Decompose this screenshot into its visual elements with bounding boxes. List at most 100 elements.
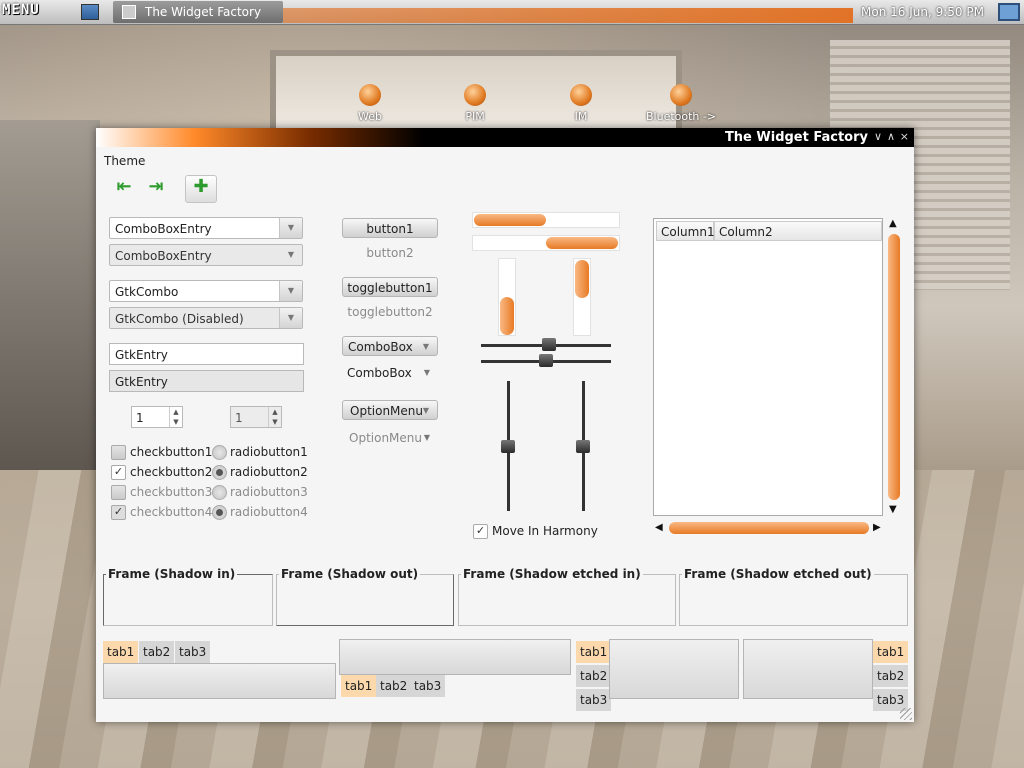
notebook4-tab2[interactable]: tab2 [873, 665, 909, 687]
notebook4-tab1[interactable]: tab1 [873, 641, 909, 663]
column2-header[interactable]: Column2 [714, 221, 882, 241]
optionmenu-label: OptionMenu [350, 404, 423, 418]
notebook3-tab2[interactable]: tab2 [576, 665, 612, 687]
notebook3-page [609, 639, 739, 699]
frame-shadow-etched-in [458, 574, 676, 626]
chevron-down-icon[interactable]: ▼ [279, 218, 302, 238]
notebook3-tab3[interactable]: tab3 [576, 689, 612, 711]
radiobutton2-label[interactable]: radiobutton2 [230, 465, 308, 479]
combobox-button[interactable]: ComboBox ▼ [342, 336, 438, 356]
checkbutton2-box[interactable]: ✓ [111, 465, 126, 480]
notebook2-tab2[interactable]: tab2 [376, 675, 412, 697]
panel-accent [283, 8, 853, 23]
gtkcombo-1[interactable]: GtkCombo ▼ [109, 280, 303, 302]
vertical-scrollbar[interactable]: ▲ ▼ [886, 218, 902, 516]
frame-shadow-etched-in-label: Frame (Shadow etched in) [461, 567, 643, 581]
vscale-1-handle[interactable] [501, 440, 515, 453]
radiobutton4-label: radiobutton4 [230, 505, 308, 519]
radiobutton4-circle [212, 505, 227, 520]
hscale-1-handle[interactable] [542, 338, 556, 351]
vscale-2-handle[interactable] [576, 440, 590, 453]
taskbar-item-label: The Widget Factory [145, 5, 262, 19]
resize-grip-icon[interactable] [900, 708, 912, 720]
forward-arrow-icon[interactable]: ⇥ [142, 176, 170, 200]
radiobutton1-circle[interactable] [212, 445, 227, 460]
close-icon[interactable]: × [900, 130, 909, 143]
entry-text: GtkEntry [115, 348, 168, 362]
scroll-down-icon[interactable]: ▼ [889, 504, 897, 515]
im-icon [570, 84, 592, 106]
radiobutton2-circle[interactable] [212, 465, 227, 480]
notebook1-tab3[interactable]: tab3 [175, 641, 211, 663]
gtkcombo-disabled: GtkCombo (Disabled) ▼ [109, 307, 303, 329]
add-icon[interactable]: ✚ [185, 175, 217, 203]
checkbutton2-label[interactable]: checkbutton2 [130, 465, 212, 479]
chevron-down-icon: ▼ [422, 342, 429, 351]
notebook1-tab1[interactable]: tab1 [103, 641, 139, 663]
title-bar[interactable]: The Widget Factory ∨ ∧ × [96, 128, 914, 147]
move-in-harmony-label[interactable]: Move In Harmony [492, 524, 598, 538]
frame-shadow-out [276, 574, 454, 626]
button2: button2 [366, 246, 414, 260]
togglebutton2: togglebutton2 [347, 305, 433, 319]
scrollbar-thumb[interactable] [888, 234, 900, 500]
spin-button-1[interactable]: 1 ▲ ▼ [131, 406, 183, 428]
show-desktop-icon[interactable] [81, 4, 99, 20]
scroll-right-icon[interactable]: ▶ [873, 522, 881, 533]
menu-button[interactable]: MENU [2, 2, 40, 18]
network-icon[interactable] [998, 3, 1020, 21]
scroll-left-icon[interactable]: ◀ [655, 522, 663, 533]
launcher-pim[interactable]: PIM [464, 84, 486, 123]
optionmenu-button[interactable]: OptionMenu ▼ [342, 400, 438, 420]
button1[interactable]: button1 [342, 218, 438, 238]
menu-theme[interactable]: Theme [104, 154, 145, 168]
radiobutton1-label[interactable]: radiobutton1 [230, 445, 308, 459]
back-arrow-icon[interactable]: ⇤ [110, 176, 138, 200]
horizontal-scrollbar[interactable]: ◀ ▶ [653, 520, 883, 536]
launcher-web[interactable]: Web [358, 84, 382, 123]
frame-shadow-etched-out-label: Frame (Shadow etched out) [682, 567, 874, 581]
progress-fill [474, 214, 546, 226]
column1-header[interactable]: Column1 [656, 221, 715, 241]
chevron-down-icon: ▼ [279, 308, 302, 328]
scrollbar-thumb[interactable] [669, 522, 869, 534]
gtk-entry-disabled: GtkEntry [109, 370, 304, 392]
frame-shadow-in [103, 574, 273, 626]
combobox-flat[interactable]: ComboBox ▼ [342, 363, 438, 383]
scroll-up-icon[interactable]: ▲ [889, 218, 897, 229]
checkbutton1-box[interactable] [111, 445, 126, 460]
progress-fill [546, 237, 618, 249]
chevron-down-icon[interactable]: ▼ [279, 281, 302, 301]
gtk-entry[interactable]: GtkEntry [109, 343, 304, 365]
combobox-entry-text: ComboBoxEntry [115, 222, 212, 236]
notebook2-tab3[interactable]: tab3 [410, 675, 446, 697]
radiobutton3-circle [212, 485, 227, 500]
notebook2-tab1[interactable]: tab1 [341, 675, 377, 697]
togglebutton1[interactable]: togglebutton1 [342, 277, 438, 297]
chevron-down-icon: ▼ [423, 433, 430, 442]
combobox-label: ComboBox [348, 340, 413, 354]
combobox-entry-text: ComboBoxEntry [115, 249, 212, 263]
clock[interactable]: Mon 16 Jun, 9:50 PM [861, 5, 984, 19]
minimize-icon[interactable]: ∨ [874, 130, 882, 143]
optionmenu-disabled: OptionMenu ▼ [342, 428, 438, 448]
checkbutton1-label[interactable]: checkbutton1 [130, 445, 212, 459]
notebook1-tab2[interactable]: tab2 [139, 641, 175, 663]
hscale-2-handle[interactable] [539, 354, 553, 367]
combobox-entry-1[interactable]: ComboBoxEntry ▼ [109, 217, 303, 239]
checkbutton4-box: ✓ [111, 505, 126, 520]
web-icon [358, 84, 381, 106]
launcher-bluetooth[interactable]: Bluetooth -> [646, 84, 716, 123]
pim-icon [464, 84, 486, 106]
move-in-harmony-check[interactable]: ✓ [473, 524, 488, 539]
notebook3-tab1[interactable]: tab1 [576, 641, 612, 663]
spin-arrows-icon[interactable]: ▲ ▼ [169, 407, 182, 427]
launcher-im[interactable]: IM [570, 84, 592, 123]
frame-shadow-etched-out [679, 574, 908, 626]
tree-view[interactable]: Column1 Column2 [653, 218, 883, 516]
progress-bar-v1 [498, 258, 516, 336]
maximize-icon[interactable]: ∧ [887, 130, 895, 143]
optionmenu-label: OptionMenu [349, 431, 422, 445]
taskbar-item[interactable]: The Widget Factory [113, 1, 283, 23]
chevron-down-icon: ▼ [422, 406, 429, 415]
